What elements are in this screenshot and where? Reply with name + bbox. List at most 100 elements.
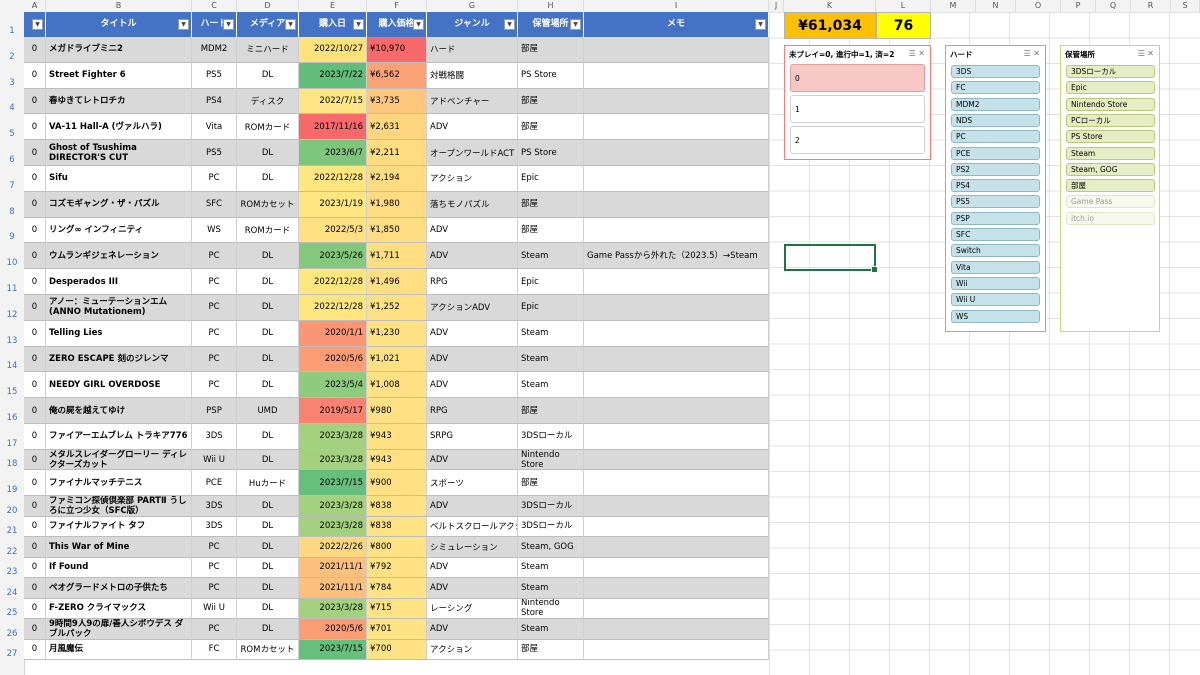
cell-storage[interactable]: 3DSローカル bbox=[518, 424, 584, 450]
cell-memo[interactable] bbox=[584, 217, 769, 244]
cell-title[interactable]: Sifu bbox=[46, 166, 192, 192]
cell-hard[interactable]: PC bbox=[192, 166, 237, 192]
filter-dropdown-icon[interactable]: ▼ bbox=[353, 19, 364, 30]
cell-memo[interactable] bbox=[584, 295, 769, 321]
cell-genre[interactable]: アドベンチャー bbox=[427, 88, 518, 115]
slicer-hard-item[interactable]: PS4 bbox=[951, 179, 1040, 193]
cell-date[interactable]: 2022/5/3 bbox=[299, 217, 367, 244]
cell-hard[interactable]: WS bbox=[192, 217, 237, 244]
cell-hard[interactable]: PSP bbox=[192, 398, 237, 424]
column-letter[interactable]: S bbox=[1171, 0, 1200, 12]
slicer-hard-item[interactable]: Wii U bbox=[951, 293, 1040, 307]
cell-genre[interactable]: アクション bbox=[427, 166, 518, 192]
slicer-storage[interactable]: 保管場所 ☰ ✕ 3DSローカル Epic Nintendo Store PCローカル… bbox=[1060, 45, 1160, 332]
cell-memo[interactable] bbox=[584, 372, 769, 399]
cell-genre[interactable]: レーシング bbox=[427, 598, 518, 620]
cell-media[interactable]: DL bbox=[237, 62, 299, 89]
cell-hard[interactable]: PS5 bbox=[192, 62, 237, 89]
slicer-storage-item[interactable]: PCローカル bbox=[1066, 113, 1155, 127]
cell-a[interactable]: 0 bbox=[24, 557, 46, 579]
cell-memo[interactable] bbox=[584, 619, 769, 640]
cell-hard[interactable]: Vita bbox=[192, 114, 237, 141]
cell-media[interactable]: DL bbox=[237, 598, 299, 620]
row-number[interactable]: 20 bbox=[0, 506, 24, 516]
cell-hard[interactable]: 3DS bbox=[192, 516, 237, 538]
cell-media[interactable]: DL bbox=[237, 346, 299, 373]
column-letter[interactable]: Q bbox=[1096, 0, 1131, 12]
cell-storage[interactable]: 部屋 bbox=[518, 114, 584, 141]
cell-date[interactable]: 2022/12/28 bbox=[299, 269, 367, 295]
cell-date[interactable]: 2023/6/7 bbox=[299, 140, 367, 166]
column-letter[interactable]: G bbox=[427, 0, 518, 12]
slicer-hard-item[interactable]: Vita bbox=[951, 260, 1040, 274]
cell-title[interactable]: If Found bbox=[46, 557, 192, 579]
cell-price[interactable]: ¥1,252 bbox=[367, 295, 427, 321]
cell-a[interactable]: 0 bbox=[24, 496, 46, 517]
cell-hard[interactable]: PC bbox=[192, 346, 237, 373]
cell-price[interactable]: ¥715 bbox=[367, 598, 427, 620]
cell-title[interactable]: ウムランギジェネレーション bbox=[46, 243, 192, 270]
cell-memo[interactable] bbox=[584, 470, 769, 497]
cell-a[interactable]: 0 bbox=[24, 537, 46, 558]
cell-memo[interactable] bbox=[584, 166, 769, 192]
cell-hard[interactable]: PC bbox=[192, 537, 237, 558]
cell-a[interactable]: 0 bbox=[24, 114, 46, 141]
column-letter[interactable]: F bbox=[367, 0, 427, 12]
cell-storage[interactable]: Steam bbox=[518, 346, 584, 373]
cell-storage[interactable]: 部屋 bbox=[518, 470, 584, 497]
clear-filter-icon[interactable]: ✕ bbox=[918, 49, 925, 58]
cell-price[interactable]: ¥1,711 bbox=[367, 243, 427, 270]
cell-date[interactable]: 2022/12/28 bbox=[299, 295, 367, 321]
slicer-hard-item[interactable]: PCE bbox=[951, 146, 1040, 160]
slicer-storage-tools[interactable]: ☰ ✕ bbox=[1138, 49, 1154, 58]
cell-storage[interactable]: Steam, GOG bbox=[518, 537, 584, 558]
header-memo[interactable]: メモ ▼ bbox=[584, 12, 769, 37]
cell-storage[interactable]: 部屋 bbox=[518, 639, 584, 661]
cell-a[interactable]: 0 bbox=[24, 470, 46, 497]
cell-title[interactable]: ファイナルマッチテニス bbox=[46, 470, 192, 497]
row-number[interactable]: 26 bbox=[0, 629, 24, 639]
filter-dropdown-icon[interactable]: ▼ bbox=[285, 19, 296, 30]
cell-title[interactable]: Desperados III bbox=[46, 269, 192, 295]
row-number[interactable]: 2 bbox=[0, 52, 24, 62]
cell-hard[interactable]: PC bbox=[192, 619, 237, 640]
cell-storage[interactable]: 部屋 bbox=[518, 88, 584, 115]
cell-price[interactable]: ¥2,194 bbox=[367, 166, 427, 192]
cell-price[interactable]: ¥980 bbox=[367, 398, 427, 424]
slicer-status-item[interactable]: 2 bbox=[790, 126, 925, 154]
cell-media[interactable]: DL bbox=[237, 243, 299, 270]
cell-price[interactable]: ¥2,211 bbox=[367, 140, 427, 166]
cell-storage[interactable]: Steam bbox=[518, 372, 584, 399]
cell-a[interactable]: 0 bbox=[24, 372, 46, 399]
cell-a[interactable]: 0 bbox=[24, 243, 46, 270]
column-letter[interactable]: L bbox=[876, 0, 931, 12]
cell-a[interactable]: 0 bbox=[24, 62, 46, 89]
cell-title[interactable]: NEEDY GIRL OVERDOSE bbox=[46, 372, 192, 399]
cell-date[interactable]: 2020/5/6 bbox=[299, 346, 367, 373]
cell-media[interactable]: DL bbox=[237, 269, 299, 295]
filter-dropdown-icon[interactable]: ▼ bbox=[504, 19, 515, 30]
slicer-hard-item[interactable]: MDM2 bbox=[951, 97, 1040, 111]
filter-dropdown-icon[interactable]: ▼ bbox=[570, 19, 581, 30]
multi-select-icon[interactable]: ☰ bbox=[909, 49, 916, 58]
cell-a[interactable]: 0 bbox=[24, 598, 46, 620]
cell-hard[interactable]: FC bbox=[192, 639, 237, 661]
row-number[interactable]: 25 bbox=[0, 608, 24, 618]
cell-memo[interactable] bbox=[584, 88, 769, 115]
cell-storage[interactable]: Steam bbox=[518, 320, 584, 347]
cell-a[interactable]: 0 bbox=[24, 88, 46, 115]
cell-storage[interactable]: Epic bbox=[518, 269, 584, 295]
cell-storage[interactable]: PS Store bbox=[518, 62, 584, 89]
column-letter[interactable]: E bbox=[299, 0, 367, 12]
column-letter[interactable]: D bbox=[237, 0, 299, 12]
row-number[interactable]: 17 bbox=[0, 439, 24, 449]
cell-hard[interactable]: PS4 bbox=[192, 88, 237, 115]
cell-date[interactable]: 2020/5/6 bbox=[299, 619, 367, 640]
cell-genre[interactable]: ベルトスクロールアクション bbox=[427, 516, 518, 538]
slicer-storage-item[interactable]: Game Pass bbox=[1066, 195, 1155, 209]
row-number[interactable]: 11 bbox=[0, 284, 24, 294]
selected-cell[interactable] bbox=[784, 244, 878, 273]
cell-hard[interactable]: PC bbox=[192, 269, 237, 295]
cell-hard[interactable]: PS5 bbox=[192, 140, 237, 166]
cell-genre[interactable]: ADV bbox=[427, 114, 518, 141]
